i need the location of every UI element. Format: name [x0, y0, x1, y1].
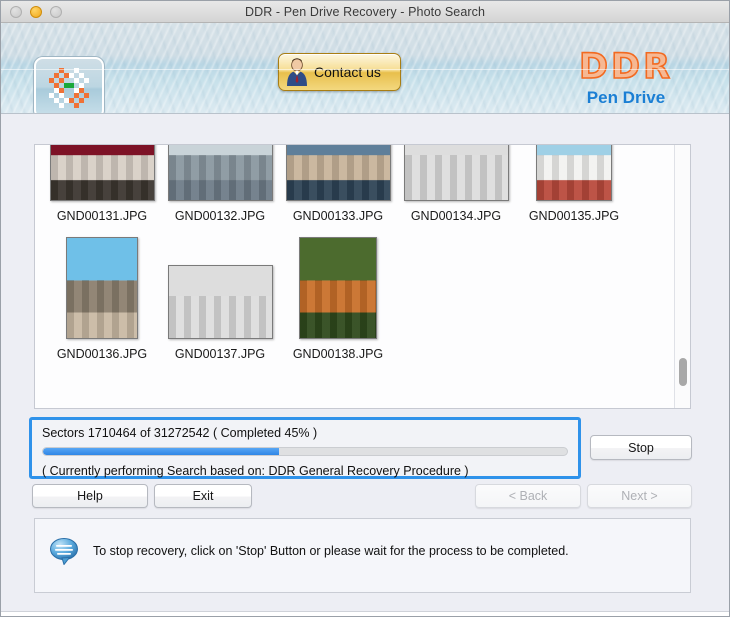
window-bottom-edge: [1, 611, 729, 616]
photo-thumbnail-item[interactable]: GND00136.JPG: [43, 237, 161, 361]
progress-bar-track: [42, 447, 568, 456]
next-button: Next >: [587, 484, 692, 508]
info-message: To stop recovery, click on 'Stop' Button…: [93, 544, 569, 558]
exit-button[interactable]: Exit: [154, 484, 252, 508]
speech-bubble-icon: [49, 537, 81, 566]
sector-progress-text: Sectors 1710464 of 31272542 ( Completed …: [42, 426, 318, 440]
progress-panel: Sectors 1710464 of 31272542 ( Completed …: [29, 417, 581, 479]
photo-thumbnail-filename: GND00133.JPG: [292, 209, 384, 223]
close-button[interactable]: [10, 5, 22, 18]
main-content: GND00131.JPG GND00132.JPG GND00133.JPG GND0…: [1, 114, 729, 616]
photo-thumbnail-image[interactable]: [403, 145, 509, 201]
help-button[interactable]: Help: [32, 484, 148, 508]
stop-button[interactable]: Stop: [590, 435, 692, 460]
zoom-button[interactable]: [50, 5, 62, 18]
photo-thumbnail-item[interactable]: GND00134.JPG: [397, 145, 515, 223]
photo-thumbnail-filename: GND00136.JPG: [56, 347, 148, 361]
info-panel: To stop recovery, click on 'Stop' Button…: [34, 518, 691, 593]
current-operation-text: ( Currently performing Search based on: …: [42, 464, 469, 478]
photo-thumbnail-item[interactable]: GND00132.JPG: [161, 145, 279, 223]
photo-thumbnail-grid: GND00131.JPG GND00132.JPG GND00133.JPG GND0…: [35, 145, 674, 375]
photo-thumbnail-image[interactable]: [49, 145, 155, 201]
application-window: DDR - Pen Drive Recovery - Photo Search …: [0, 0, 730, 617]
exit-button-label: Exit: [192, 489, 214, 503]
window-controls: [10, 5, 62, 18]
contact-us-label: Contact us: [314, 64, 381, 80]
contact-us-button[interactable]: Contact us: [278, 53, 401, 91]
back-button: < Back: [475, 484, 581, 508]
photo-thumbnail-image[interactable]: [285, 145, 391, 201]
photo-thumbnail-image[interactable]: [299, 237, 377, 339]
photo-thumbnail-image[interactable]: [167, 265, 273, 339]
brand-primary-text: DDR: [578, 47, 674, 87]
person-icon: [284, 57, 312, 87]
progress-bar-fill: [43, 448, 279, 455]
photo-thumbnail-image[interactable]: [536, 145, 612, 201]
photo-thumbnail-item[interactable]: GND00135.JPG: [515, 145, 633, 223]
photo-thumbnail-filename: GND00131.JPG: [56, 209, 148, 223]
photo-thumbnail-item[interactable]: GND00131.JPG: [43, 145, 161, 223]
photo-thumbnail-filename: GND00138.JPG: [292, 347, 384, 361]
brand-logo: DDR Pen Drive: [541, 47, 711, 109]
header-banner: Contact us DDR Pen Drive: [1, 23, 729, 114]
photo-thumbnail-item[interactable]: GND00133.JPG: [279, 145, 397, 223]
photo-thumbnail-filename: GND00137.JPG: [174, 347, 266, 361]
app-icon-tile: [34, 57, 104, 113]
scrollbar-thumb[interactable]: [679, 358, 687, 386]
photo-thumbnail-item[interactable]: GND00137.JPG: [161, 237, 279, 361]
checkerboard-app-icon: [49, 68, 89, 108]
back-button-label: < Back: [508, 489, 548, 503]
photo-results-panel: GND00131.JPG GND00132.JPG GND00133.JPG GND0…: [34, 144, 691, 409]
help-button-label: Help: [77, 489, 103, 503]
photo-thumbnail-filename: GND00134.JPG: [410, 209, 502, 223]
photo-thumbnail-image[interactable]: [66, 237, 138, 339]
next-button-label: Next >: [621, 489, 658, 503]
photo-scroll-viewport: GND00131.JPG GND00132.JPG GND00133.JPG GND0…: [35, 145, 674, 408]
title-bar: DDR - Pen Drive Recovery - Photo Search: [1, 1, 729, 23]
photo-thumbnail-filename: GND00132.JPG: [174, 209, 266, 223]
photo-thumbnail-filename: GND00135.JPG: [528, 209, 620, 223]
brand-secondary-text: Pen Drive: [586, 88, 666, 107]
minimize-button[interactable]: [30, 5, 42, 18]
photo-panel-scrollbar[interactable]: [674, 145, 690, 408]
stop-button-label: Stop: [628, 440, 654, 455]
photo-thumbnail-image[interactable]: [167, 145, 273, 201]
photo-thumbnail-item[interactable]: GND00138.JPG: [279, 237, 397, 361]
window-title: DDR - Pen Drive Recovery - Photo Search: [244, 4, 486, 19]
